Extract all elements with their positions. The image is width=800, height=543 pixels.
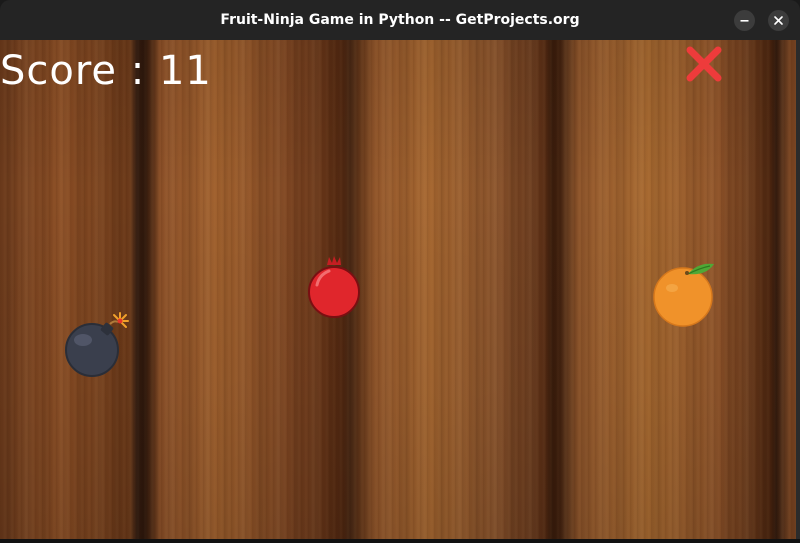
close-icon: [774, 16, 783, 25]
close-button[interactable]: [768, 10, 789, 31]
window-title: Fruit-Ninja Game in Python -- GetProject…: [220, 12, 580, 28]
window-bottom-edge: [0, 539, 800, 543]
bomb-icon: [65, 312, 129, 377]
minimize-button[interactable]: [734, 10, 755, 31]
window-edge: [796, 40, 800, 539]
score-label: Score : 11: [0, 48, 212, 94]
pomegranate-icon: [308, 256, 360, 318]
game-canvas[interactable]: Score : 11: [0, 40, 796, 539]
red-x-icon: [686, 46, 722, 82]
window-titlebar[interactable]: Fruit-Ninja Game in Python -- GetProject…: [0, 0, 800, 40]
orange-icon: [653, 263, 714, 327]
minimize-icon: [740, 20, 749, 22]
